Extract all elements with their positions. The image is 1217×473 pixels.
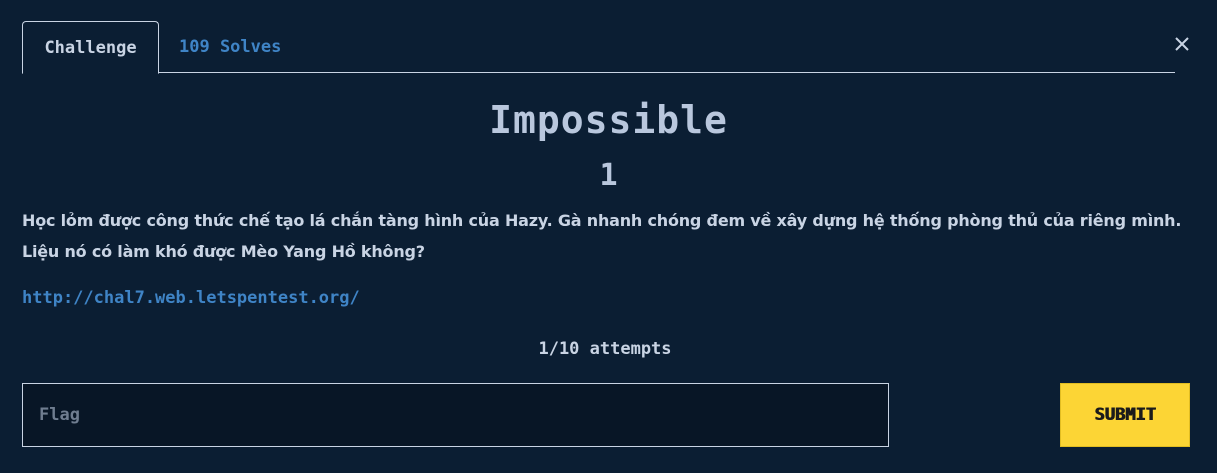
challenge-value: 1 xyxy=(599,158,618,193)
close-icon[interactable] xyxy=(1173,35,1191,53)
tab-solves[interactable]: 109 Solves xyxy=(159,21,301,73)
description-line-2: Liệu nó có làm khó được Mèo Yang Hồ khôn… xyxy=(22,242,425,261)
challenge-link[interactable]: http://chal7.web.letspentest.org/ xyxy=(22,288,360,308)
description-line-1: Học lỏm được công thức chế tạo lá chắn t… xyxy=(22,211,1182,230)
challenge-description: Học lỏm được công thức chế tạo lá chắn t… xyxy=(22,205,1197,267)
tab-challenge[interactable]: Challenge xyxy=(22,21,159,74)
challenge-name: Impossible xyxy=(489,98,728,142)
submit-button[interactable]: SUBMIT xyxy=(1060,383,1190,447)
attempts-counter: 1/10 attempts xyxy=(538,339,672,359)
challenge-tabs: Challenge 109 Solves xyxy=(22,21,1175,74)
flag-input[interactable] xyxy=(22,383,889,447)
